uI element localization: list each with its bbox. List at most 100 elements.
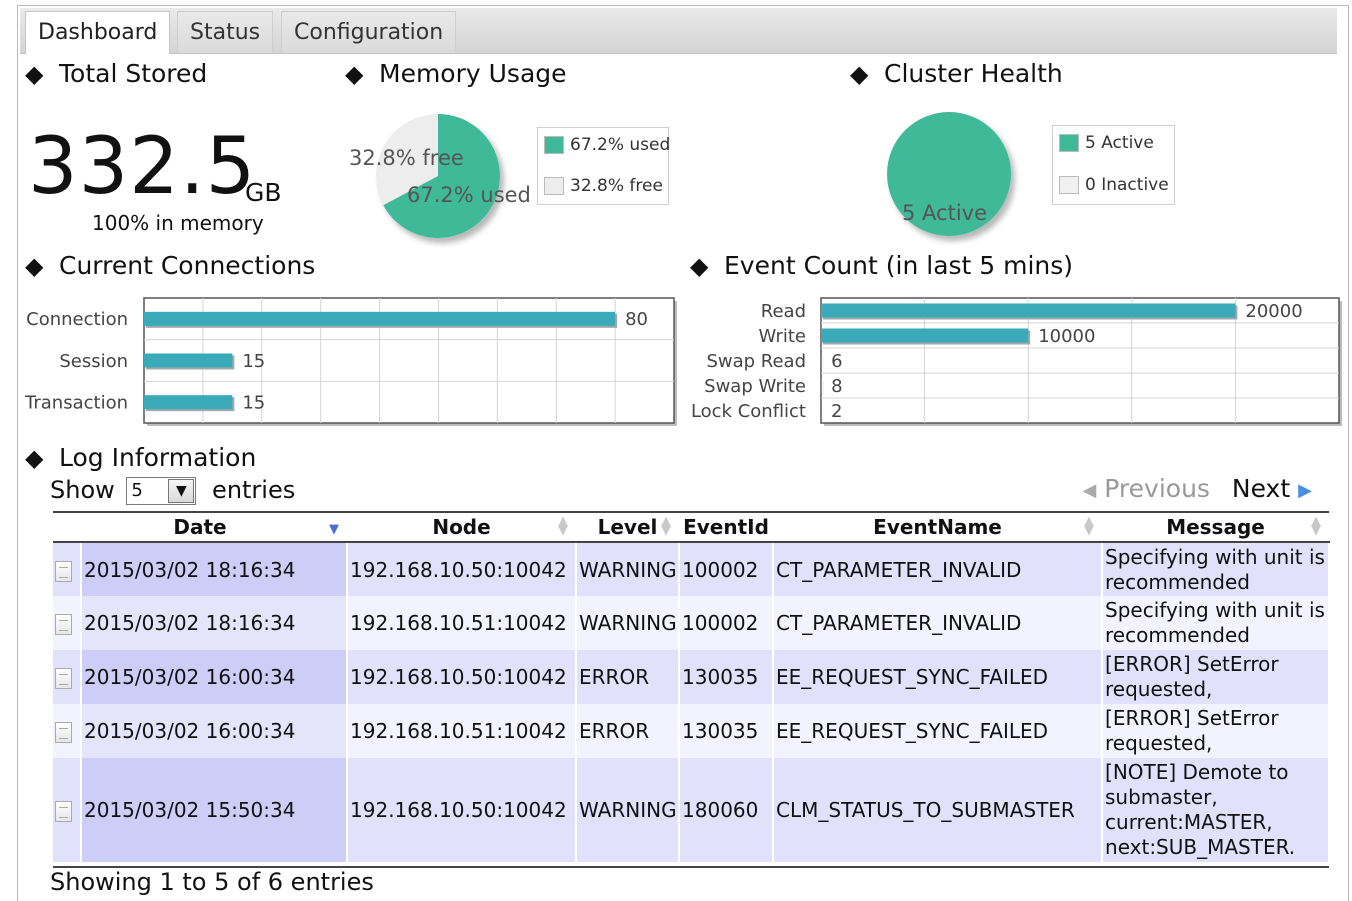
page-size-value: 5	[131, 480, 142, 501]
eventname-cell: EE_REQUEST_SYNC_FAILED	[773, 704, 1102, 758]
diamond-bullet-icon: ◆	[25, 252, 47, 280]
column-header-message[interactable]: Message▲▼	[1102, 512, 1329, 542]
column-header-level[interactable]: Level▲▼	[576, 512, 679, 542]
cluster-health-legend: 5 Active 0 Inactive	[1052, 125, 1175, 205]
tab-dashboard[interactable]: Dashboard	[25, 11, 170, 54]
column-header-label: EventId	[683, 515, 769, 539]
section-title: Memory Usage	[379, 59, 567, 88]
message-cell: [NOTE] Demote to submaster, current:MAST…	[1102, 758, 1329, 862]
arrow-left-icon: ◀	[1082, 480, 1096, 501]
section-title: Cluster Health	[884, 59, 1063, 88]
page-size-select[interactable]: 5▼	[126, 477, 196, 505]
node-cell: 192.168.10.51:10042	[347, 704, 576, 758]
sort-icon: ▲▼	[661, 517, 671, 535]
total-stored-unit: GB	[245, 178, 282, 207]
data-label: 10000	[1038, 326, 1095, 347]
category-label: Write	[758, 326, 806, 347]
chevron-down-icon[interactable]: ▼	[168, 479, 194, 503]
entries-label: entries	[212, 476, 295, 504]
table-row[interactable]: 2015/03/02 18:16:34 192.168.10.51:10042 …	[53, 596, 1329, 650]
date-cell: 2015/03/02 16:00:34	[81, 650, 347, 704]
next-label: Next	[1232, 474, 1290, 503]
document-icon[interactable]	[55, 614, 72, 635]
event-count-chart: Read20000Write10000Swap Read6Swap Write8…	[684, 293, 1346, 433]
date-cell: 2015/03/02 18:16:34	[81, 596, 347, 650]
eventid-cell: 130035	[679, 704, 773, 758]
section-title: Log Information	[59, 443, 256, 472]
tab-configuration[interactable]: Configuration	[281, 11, 456, 53]
legend-swatch	[544, 177, 564, 195]
tab-bar: Dashboard Status Configuration	[20, 8, 1337, 54]
document-icon[interactable]	[55, 722, 72, 743]
legend-swatch	[544, 136, 564, 154]
memory-usage-legend: 67.2% used 32.8% free	[537, 127, 669, 205]
bar	[144, 395, 232, 409]
message-cell: [ERROR] SetError requested,	[1102, 650, 1329, 704]
show-label: Show	[50, 476, 115, 504]
column-header-date[interactable]: Date▼	[53, 512, 347, 542]
diamond-bullet-icon: ◆	[690, 252, 712, 280]
row-detail-cell[interactable]	[53, 758, 81, 862]
cluster-active-label: 5 Active	[902, 201, 987, 225]
column-header-label: Level	[598, 515, 658, 539]
section-title: Event Count (in last 5 mins)	[724, 251, 1073, 280]
diamond-bullet-icon: ◆	[850, 60, 872, 88]
legend-swatch	[1059, 134, 1079, 152]
data-label: 2	[831, 401, 842, 422]
message-cell: Specifying with unit is recommended	[1102, 596, 1329, 650]
column-header-node[interactable]: Node▲▼	[347, 512, 576, 542]
table-row[interactable]: 2015/03/02 18:16:34 192.168.10.50:10042 …	[53, 542, 1329, 596]
document-icon[interactable]	[55, 668, 72, 689]
level-cell: WARNING	[576, 596, 679, 650]
tab-status[interactable]: Status	[177, 11, 273, 53]
legend-item-active: 5 Active	[1059, 132, 1154, 154]
document-icon[interactable]	[55, 561, 72, 582]
legend-label: 0 Inactive	[1085, 175, 1169, 195]
memory-free-label: 32.8% free	[349, 146, 464, 170]
node-cell: 192.168.10.50:10042	[347, 758, 576, 862]
log-table: Date▼ Node▲▼ Level▲▼ EventId EventName▲▼…	[53, 511, 1330, 862]
previous-button[interactable]: ◀Previous	[1082, 474, 1210, 503]
data-label: 20000	[1245, 301, 1302, 322]
table-row[interactable]: 2015/03/02 15:50:34 192.168.10.50:10042 …	[53, 758, 1329, 862]
diamond-bullet-icon: ◆	[25, 444, 47, 472]
legend-item-free: 32.8% free	[544, 175, 663, 197]
eventid-cell: 130035	[679, 650, 773, 704]
cluster-health-pie: 5 Active	[880, 105, 1030, 245]
node-cell: 192.168.10.50:10042	[347, 542, 576, 596]
row-detail-cell[interactable]	[53, 650, 81, 704]
row-detail-cell[interactable]	[53, 542, 81, 596]
legend-label: 5 Active	[1085, 133, 1154, 153]
legend-item-inactive: 0 Inactive	[1059, 174, 1169, 196]
bar	[144, 312, 615, 326]
section-memory-usage: ◆ Memory Usage	[345, 59, 567, 88]
column-header-eventname[interactable]: EventName▲▼	[773, 512, 1102, 542]
category-label: Swap Read	[706, 351, 806, 372]
legend-item-used: 67.2% used	[544, 134, 670, 156]
table-row[interactable]: 2015/03/02 16:00:34 192.168.10.51:10042 …	[53, 704, 1329, 758]
date-cell: 2015/03/02 18:16:34	[81, 542, 347, 596]
level-cell: ERROR	[576, 704, 679, 758]
document-icon[interactable]	[55, 801, 72, 822]
section-current-connections: ◆Current Connections	[25, 251, 315, 280]
eventname-cell: CT_PARAMETER_INVALID	[773, 596, 1102, 650]
sort-icon: ▲▼	[1084, 517, 1094, 535]
page-size-control: Show 5▼ entries	[50, 476, 295, 505]
category-label: Lock Conflict	[691, 401, 806, 422]
diamond-bullet-icon: ◆	[25, 60, 47, 88]
section-log-information: ◆ Log Information	[25, 443, 256, 472]
column-header-label: Node	[432, 515, 490, 539]
total-stored-note: 100% in memory	[92, 211, 264, 235]
legend-label: 32.8% free	[570, 176, 663, 196]
table-row[interactable]: 2015/03/02 16:00:34 192.168.10.50:10042 …	[53, 650, 1329, 704]
date-cell: 2015/03/02 15:50:34	[81, 758, 347, 862]
column-header-eventid[interactable]: EventId	[679, 512, 773, 542]
row-detail-cell[interactable]	[53, 704, 81, 758]
sort-icon: ▲▼	[1311, 517, 1321, 535]
memory-used-label: 67.2% used	[407, 183, 531, 207]
row-detail-cell[interactable]	[53, 596, 81, 650]
diamond-bullet-icon: ◆	[345, 60, 367, 88]
next-button[interactable]: Next▶	[1232, 474, 1312, 503]
eventname-cell: CLM_STATUS_TO_SUBMASTER	[773, 758, 1102, 862]
section-event-count: ◆ Event Count (in last 5 mins)	[690, 251, 1073, 280]
